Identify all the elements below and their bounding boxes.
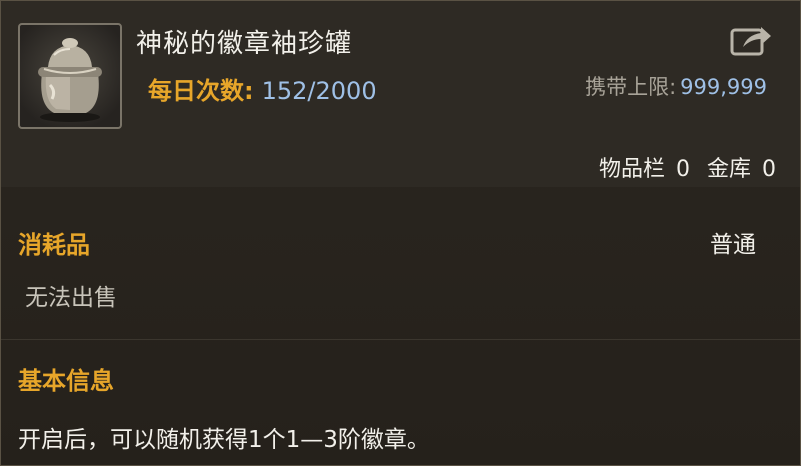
item-rarity: 普通 [710,232,756,258]
daily-uses-value: 152/2000 [261,77,377,105]
share-button[interactable] [729,21,773,59]
carry-limit-label: 携带上限: [585,75,677,99]
daily-uses: 每日次数: 152/2000 [148,71,377,106]
basic-info-title: 基本信息 [18,367,114,395]
item-name: 神秘的徽章袖珍罐 [136,29,353,59]
inventory-count: 0 [675,157,690,182]
daily-uses-label: 每日次数: [148,77,254,105]
item-tooltip: 神秘的徽章袖珍罐 每日次数: 152/2000 携带上限: 999,999 物品栏 … [0,0,801,466]
storage-counts: 物品栏 0 金库 0 [595,151,776,183]
vault-label: 金库 [706,157,751,182]
carry-limit: 携带上限: 999,999 [585,71,767,101]
inventory-label: 物品栏 [598,157,665,182]
jar-icon [18,23,122,129]
sell-status: 无法出售 [25,285,117,311]
carry-limit-value: 999,999 [680,75,767,99]
share-icon [730,27,771,56]
section-divider [1,339,800,340]
item-category: 消耗品 [18,231,90,259]
item-description: 开启后，可以随机获得1个1—3阶徽章。 [18,427,430,453]
vault-count: 0 [762,157,776,182]
